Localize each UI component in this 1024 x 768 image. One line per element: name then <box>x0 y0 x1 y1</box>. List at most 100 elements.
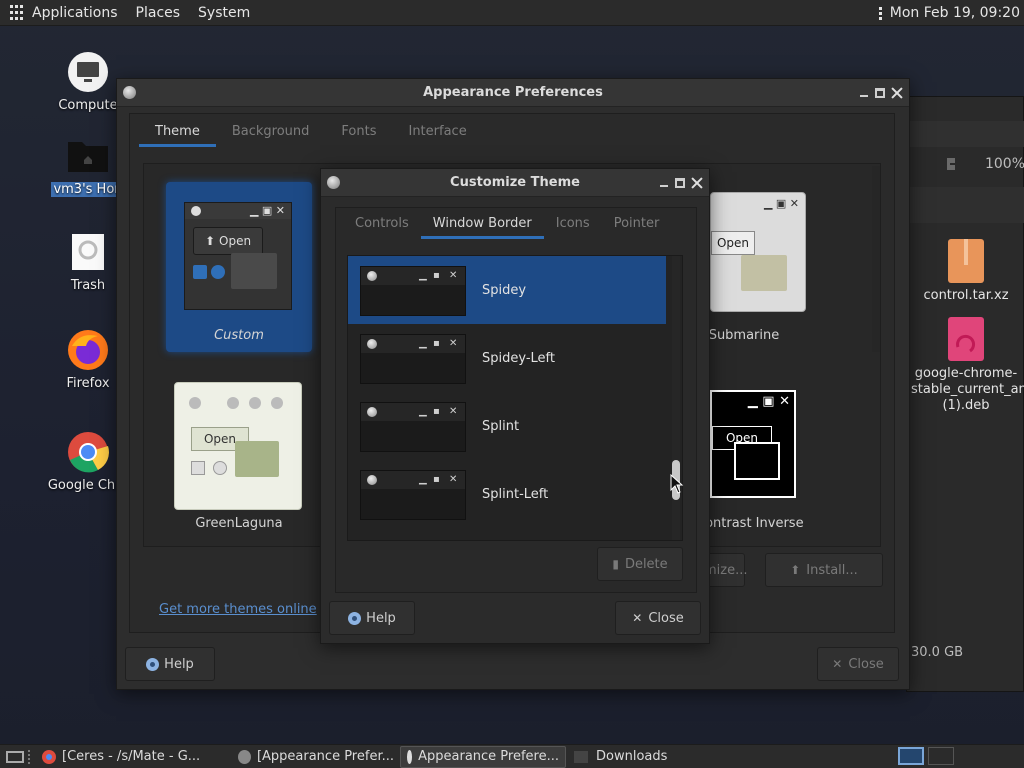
window-title: Appearance Preferences <box>423 85 603 100</box>
file-name: control.tar.xz <box>923 288 1009 303</box>
theme-label: Custom <box>214 328 264 343</box>
panel-menu-icon[interactable] <box>878 6 882 20</box>
top-panel: Applications Places System Mon Feb 19, 0… <box>0 0 1024 26</box>
separator <box>28 749 30 764</box>
close-x-icon: ✕ <box>832 657 843 671</box>
customize-close-button[interactable]: ✕ Close <box>615 601 701 635</box>
tab-pointer[interactable]: Pointer <box>602 209 672 239</box>
clock[interactable]: Mon Feb 19, 09:20 <box>890 5 1020 21</box>
taskbar-item-active[interactable]: Appearance Prefere... <box>400 745 566 768</box>
tab-window-border[interactable]: Window Border <box>420 209 544 239</box>
theme-item-custom[interactable]: ▁ ▣ ✕ ⬆ Open Custom <box>166 182 312 352</box>
list-item[interactable]: ▁ ▪ ✕ Spidey <box>348 256 666 324</box>
theme-label: e-Submarine <box>696 328 780 343</box>
customize-titlebar[interactable]: Customize Theme <box>321 169 709 197</box>
border-preview: ▁ ▪ ✕ <box>360 470 466 520</box>
customize-theme-dialog[interactable]: Customize Theme Controls Window Border I… <box>320 168 710 644</box>
file-item[interactable]: control.tar.xz <box>911 239 1021 304</box>
menu-places[interactable]: Places <box>136 5 181 21</box>
item-name: Splint <box>482 418 520 434</box>
theme-item-submarine[interactable]: ▁ ▣ ✕ Open <box>710 192 806 312</box>
workspace-2[interactable] <box>928 747 954 765</box>
preview-open-label: Open <box>716 236 750 250</box>
list-item[interactable]: ▁ ▪ ✕ Splint-Left <box>348 460 666 528</box>
maximize-icon[interactable] <box>875 88 885 98</box>
appearance-tabs: Theme Background Fonts Interface <box>139 117 483 147</box>
zoom-level: 100% <box>984 156 1024 172</box>
free-space-status: 30.0 GB <box>911 645 964 660</box>
archive-icon <box>948 239 984 283</box>
list-item[interactable]: ▁ ▪ ✕ Spidey-Left <box>348 324 666 392</box>
file-name: google-chrome-stable_current_amd64 (1).d… <box>911 366 1024 413</box>
show-desktop-icon[interactable] <box>6 750 24 763</box>
customize-help-button[interactable]: Help <box>329 601 415 635</box>
minimize-icon[interactable] <box>659 178 669 188</box>
computer-icon <box>66 50 110 94</box>
preview-open-label: Open <box>203 432 237 446</box>
tab-controls[interactable]: Controls <box>343 209 421 239</box>
folder-icon <box>574 750 588 763</box>
chrome-icon <box>66 430 110 474</box>
menu-system[interactable]: System <box>198 5 250 21</box>
customize-tabs: Controls Window Border Icons Pointer <box>343 209 671 239</box>
close-x-icon: ✕ <box>632 611 643 625</box>
theme-label: Contrast Inverse <box>696 516 804 531</box>
border-preview: ▁ ▪ ✕ <box>360 334 466 384</box>
trash-icon <box>66 230 110 274</box>
item-name: Splint-Left <box>482 486 549 502</box>
mouse-pointer-icon <box>670 474 684 494</box>
file-manager-location-bar <box>907 187 1024 223</box>
appearance-icon <box>407 749 413 764</box>
bottom-panel: [Ceres - /s/Mate - G... [Appearance Pref… <box>0 744 1024 768</box>
menu-applications[interactable]: Applications <box>32 5 118 21</box>
install-button[interactable]: ⬆ Install... <box>765 553 883 587</box>
trash-icon: ▮ <box>612 557 619 571</box>
border-preview: ▁ ▪ ✕ <box>360 402 466 452</box>
delete-button[interactable]: ▮ Delete <box>597 547 683 581</box>
theme-list-scrollbar[interactable] <box>872 166 880 352</box>
minimize-icon[interactable] <box>859 88 869 98</box>
file-manager-window[interactable]: 100% control.tar.xz google-chrome-stable… <box>906 96 1024 692</box>
file-manager-toolbar <box>907 121 1024 147</box>
zoom-control[interactable]: 100% <box>947 155 1024 173</box>
taskbar-item[interactable]: Downloads <box>566 746 675 768</box>
apps-grid-icon[interactable] <box>10 4 26 21</box>
preview-open-label: Open <box>219 234 252 248</box>
install-icon: ⬆ <box>790 563 801 577</box>
theme-item-greenlaguna[interactable]: Open <box>174 382 302 510</box>
item-name: Spidey-Left <box>482 350 555 366</box>
appearance-titlebar[interactable]: Appearance Preferences <box>117 79 909 107</box>
file-item[interactable]: google-chrome-stable_current_amd64 (1).d… <box>911 317 1024 414</box>
appearance-icon <box>238 749 251 764</box>
taskbar-item[interactable]: [Ceres - /s/Mate - G... <box>36 746 232 768</box>
get-more-themes-link[interactable]: Get more themes online <box>159 602 317 617</box>
item-name: Spidey <box>482 282 527 298</box>
close-icon[interactable] <box>691 177 703 189</box>
firefox-icon <box>66 328 110 372</box>
theme-item-contrast-inverse[interactable]: ▁ ▣ ✕ Open <box>710 390 796 498</box>
theme-preview: ▁ ▣ ✕ ⬆ Open <box>184 202 292 310</box>
help-icon <box>146 657 160 671</box>
window-menu-icon[interactable] <box>327 176 340 189</box>
tab-icons[interactable]: Icons <box>544 209 602 239</box>
appearance-close-button[interactable]: ✕ Close <box>817 647 899 681</box>
home-folder-icon <box>66 134 110 178</box>
window-menu-icon[interactable] <box>123 86 136 99</box>
appearance-help-button[interactable]: Help <box>125 647 215 681</box>
zoom-out-icon[interactable] <box>947 158 956 170</box>
theme-label: GreenLaguna <box>195 516 283 531</box>
deb-package-icon <box>948 317 984 361</box>
close-icon[interactable] <box>891 87 903 99</box>
tab-interface[interactable]: Interface <box>392 117 482 147</box>
workspace-1[interactable] <box>898 747 924 765</box>
border-preview: ▁ ▪ ✕ <box>360 266 466 316</box>
taskbar-item[interactable]: [Appearance Prefer... <box>232 746 400 768</box>
window-border-list[interactable]: ▁ ▪ ✕ Spidey ▁ ▪ ✕ Spidey-Left ▁ ▪ ✕ Splint ▁ ▪… <box>347 255 683 541</box>
list-item[interactable]: ▁ ▪ ✕ Splint <box>348 392 666 460</box>
tab-theme[interactable]: Theme <box>139 117 216 147</box>
tab-fonts[interactable]: Fonts <box>325 117 392 147</box>
maximize-icon[interactable] <box>675 178 685 188</box>
chrome-icon <box>42 749 56 764</box>
tab-background[interactable]: Background <box>216 117 326 147</box>
desktop-icon-label: vm3's Hon <box>51 182 125 197</box>
